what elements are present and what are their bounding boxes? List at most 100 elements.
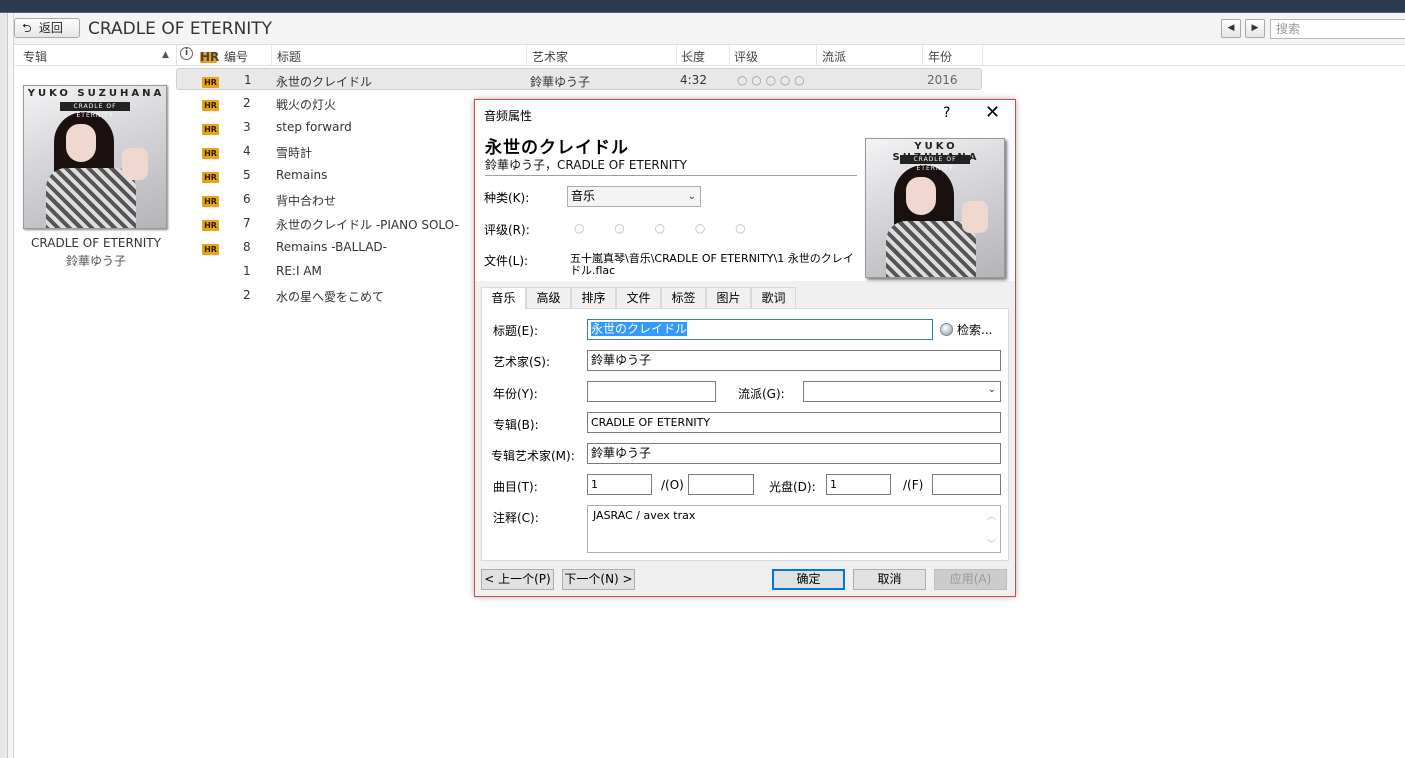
tab-music[interactable]: 音乐 (481, 287, 526, 309)
album-artist-field[interactable]: 鈴華ゆう子 (587, 443, 1001, 464)
sort-up-icon[interactable]: ▲ (162, 50, 169, 60)
chevron-down-icon: ⌄ (987, 384, 996, 395)
triangle-right-icon: ▶ (1251, 23, 1259, 33)
track-number: 2 (243, 96, 251, 110)
album-artist-label: 专辑艺术家(M): (491, 449, 575, 463)
apply-button[interactable]: 应用(A) (934, 569, 1007, 590)
track-number: 7 (243, 216, 251, 230)
file-label: 文件(L): (484, 254, 529, 268)
type-value: 音乐 (571, 189, 596, 203)
info-icon[interactable]: i (180, 47, 193, 60)
ok-button[interactable]: 确定 (772, 569, 845, 590)
prev-nav-button[interactable]: ◀ (1221, 19, 1241, 38)
next-button[interactable]: 下一个(N) > (562, 569, 635, 590)
chevron-down-icon: ⌄ (687, 191, 696, 202)
lookup-button[interactable]: 检索... (940, 321, 992, 338)
song-subtitle: 鈴華ゆう子，CRADLE OF ETERNITY (485, 158, 687, 172)
track-title: 永世のクレイドル -PIANO SOLO- (276, 218, 459, 232)
disc-field[interactable]: 1 (826, 474, 891, 495)
disc-total-field[interactable] (932, 474, 1001, 495)
col-year[interactable]: 年份 (928, 48, 952, 65)
col-genre[interactable]: 流派 (822, 48, 846, 65)
track-artist: 鈴華ゆう子 (530, 75, 591, 89)
music-tab-panel: 标题(E): 永世のクレイドル 检索... 艺术家(S): 鈴華ゆう子 年份(Y… (481, 308, 1009, 561)
comment-scrollbar[interactable]: ︿ ﹀ (984, 506, 1000, 552)
close-button[interactable]: ✕ (985, 102, 1000, 123)
back-button[interactable]: ⮌ 返回 (14, 18, 80, 38)
previous-button[interactable]: < 上一个(P) (481, 569, 554, 590)
year-label: 年份(Y): (493, 387, 538, 401)
tab-file[interactable]: 文件 (616, 287, 661, 308)
chevron-down-icon[interactable]: ﹀ (987, 537, 996, 550)
dialog-album-cover[interactable]: YUKO SUZUHANA CRADLE OF ETERNITY (865, 138, 1005, 278)
globe-icon (940, 323, 953, 336)
disc-label: 光盘(D): (769, 480, 816, 494)
track-title: 水の星へ愛をこめて (276, 290, 385, 304)
track-title: 戦火の灯火 (276, 98, 337, 112)
track-number: 1 (243, 264, 251, 278)
track-row[interactable]: HR 1 永世のクレイドル 鈴華ゆう子 4:32 ○ ○ ○ ○ ○ 2016 (176, 68, 982, 90)
song-title: 永世のクレイドル (485, 138, 629, 158)
track-number: 8 (243, 240, 251, 254)
tab-lyrics[interactable]: 歌词 (751, 287, 796, 308)
left-pane-scroll[interactable] (8, 13, 14, 758)
cancel-button[interactable]: 取消 (853, 569, 926, 590)
album-artist: 鈴華ゆう子 (65, 254, 126, 268)
track-number: 5 (243, 168, 251, 182)
track-title: step forward (276, 120, 352, 134)
disc-of-label: /(F) (903, 478, 924, 492)
col-title[interactable]: 标题 (277, 48, 301, 65)
track-title: 背中合わせ (276, 194, 337, 208)
track-field[interactable]: 1 (587, 474, 652, 495)
help-button[interactable]: ? (943, 105, 950, 121)
genre-label: 流派(G): (738, 387, 785, 401)
next-nav-button[interactable]: ▶ (1245, 19, 1265, 38)
dialog-title: 音频属性 (484, 109, 533, 123)
track-title: Remains -BALLAD- (276, 240, 387, 254)
album-name: CRADLE OF ETERNITY (31, 236, 161, 250)
album-cover[interactable]: YUKO SUZUHANA CRADLE OF ETERNITY (23, 85, 167, 229)
rating-stars[interactable]: ○ ○ ○ ○ ○ (574, 221, 759, 235)
track-year: 2016 (927, 73, 958, 87)
track-number: 1 (244, 73, 252, 87)
tab-sort[interactable]: 排序 (571, 287, 616, 308)
track-number: 3 (243, 120, 251, 134)
track-title: 雪時計 (276, 146, 313, 160)
tab-advanced[interactable]: 高级 (526, 287, 571, 308)
search-input[interactable]: 搜索 (1270, 19, 1405, 39)
track-rating[interactable]: ○ ○ ○ ○ ○ (737, 73, 805, 87)
tab-pictures[interactable]: 图片 (706, 287, 751, 308)
type-select[interactable]: 音乐 ⌄ (567, 186, 701, 207)
tab-tags[interactable]: 标签 (661, 287, 706, 308)
rating-label: 评级(R): (484, 223, 530, 237)
window-top-strip (0, 0, 1405, 13)
column-header-row: 专辑 ▲ i HR 编号 标题 艺术家 长度 评级 流派 年份 (14, 45, 1405, 66)
comment-field[interactable]: JASRAC / avex trax ︿ ﹀ (587, 505, 1001, 553)
left-pane-edge (0, 13, 8, 758)
file-path: 五十嵐真琴\音乐\CRADLE OF ETERNITY\1 永世のクレイドル.f… (570, 252, 854, 277)
title-label: 标题(E): (493, 324, 538, 338)
year-field[interactable] (587, 381, 716, 402)
album-field[interactable]: CRADLE OF ETERNITY (587, 412, 1001, 433)
col-length[interactable]: 长度 (681, 48, 705, 65)
triangle-left-icon: ◀ (1227, 23, 1235, 33)
title-field[interactable]: 永世のクレイドル (587, 319, 933, 340)
back-label: 返回 (38, 21, 63, 35)
col-album[interactable]: 专辑 (23, 48, 47, 65)
col-rating[interactable]: 评级 (734, 48, 758, 65)
track-total-field[interactable] (688, 474, 754, 495)
album-label: 专辑(B): (493, 418, 539, 432)
toolbar: ⮌ 返回 CRADLE OF ETERNITY ◀ ▶ 搜索 (14, 13, 1405, 45)
track-label: 曲目(T): (493, 480, 538, 494)
chevron-up-icon[interactable]: ︿ (987, 509, 996, 522)
dialog-titlebar[interactable]: 音频属性 ? ✕ (475, 100, 1015, 129)
audio-properties-dialog: 音频属性 ? ✕ 永世のクレイドル 鈴華ゆう子，CRADLE OF ETERNI… (474, 99, 1016, 597)
header-divider (485, 175, 857, 176)
track-of-label: /(O) (661, 478, 684, 492)
col-number[interactable]: 编号 (224, 48, 248, 65)
col-artist[interactable]: 艺术家 (532, 48, 568, 65)
genre-select[interactable]: ⌄ (803, 381, 1001, 402)
artist-field[interactable]: 鈴華ゆう子 (587, 350, 1001, 371)
cover-subtitle: CRADLE OF ETERNITY (60, 102, 130, 119)
track-title: Remains (276, 168, 328, 182)
